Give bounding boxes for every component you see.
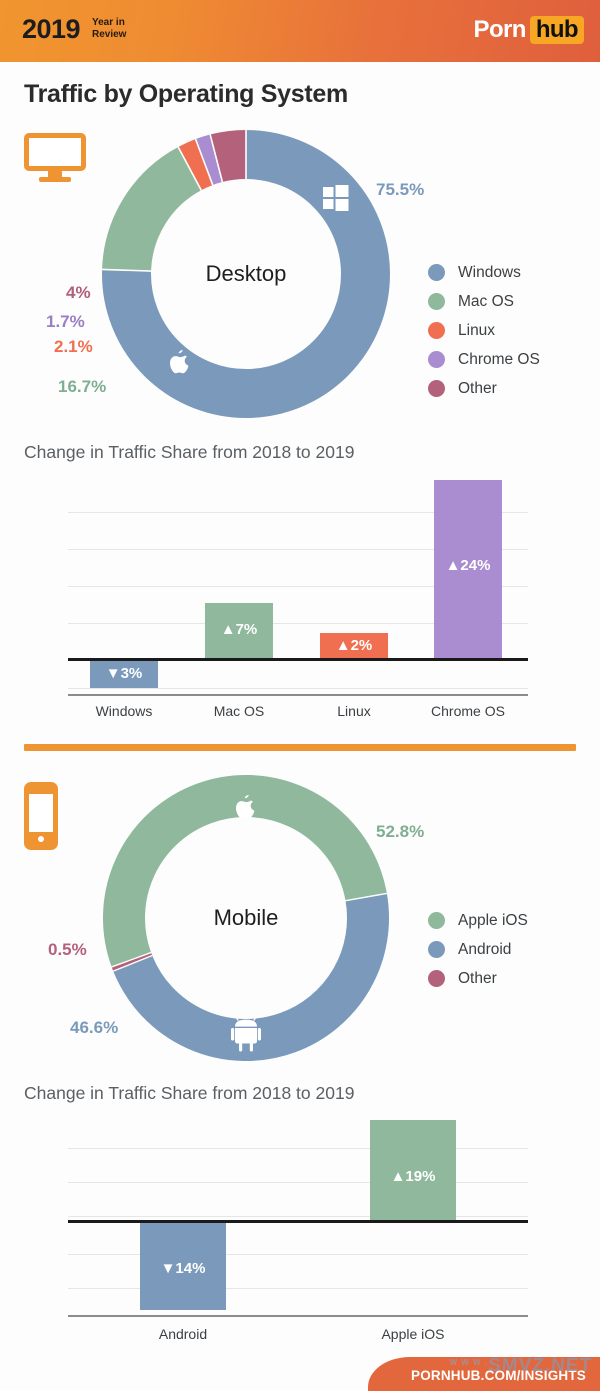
- bar-android: ▼14%: [140, 1222, 226, 1310]
- gridline: [68, 1148, 528, 1149]
- monitor-base: [39, 177, 71, 182]
- x-axis-line: [68, 694, 528, 696]
- gridline: [68, 1254, 528, 1255]
- page-title: Traffic by Operating System: [24, 80, 348, 108]
- infographic-page: 2019 Year in Review Porn hub Traffic by …: [0, 0, 600, 1391]
- cat-label-linux: Linux: [337, 703, 371, 719]
- monitor-screen: [24, 133, 86, 171]
- zero-baseline: [68, 1220, 528, 1223]
- legend-swatch-other: [428, 380, 445, 397]
- donut-label-windows: 75.5%: [376, 180, 425, 199]
- bar-chromeos: ▲24%: [434, 480, 502, 659]
- logo-hub-text: hub: [529, 16, 584, 44]
- bar-value-android: ▼14%: [160, 1260, 206, 1277]
- legend-swatch-android: [428, 941, 445, 958]
- legend-swatch-apple-ios: [428, 912, 445, 929]
- gridline: [68, 1288, 528, 1289]
- watermark-prefix: W W W .: [449, 1358, 488, 1367]
- mobile-change-title: Change in Traffic Share from 2018 to 201…: [24, 1083, 355, 1103]
- legend-label-other-mobile: Other: [458, 969, 497, 987]
- mobile-legend: Apple iOS Android Other: [428, 906, 528, 993]
- gridline: [68, 688, 528, 689]
- bar-value-macos: ▲7%: [220, 621, 258, 638]
- cat-label-apple-ios: Apple iOS: [381, 1326, 445, 1342]
- legend-item-macos: Mac OS: [428, 287, 540, 316]
- bar-apple-ios: ▲19%: [370, 1120, 456, 1221]
- legend-swatch-windows: [428, 264, 445, 281]
- legend-label-android: Android: [458, 940, 512, 958]
- donut-label-apple-ios: 52.8%: [376, 822, 425, 841]
- mobile-phone-icon: [24, 782, 58, 850]
- cat-label-macos: Mac OS: [213, 703, 265, 719]
- mobile-center-label: Mobile: [213, 905, 279, 930]
- legend-label-windows: Windows: [458, 263, 521, 281]
- legend-label-apple-ios: Apple iOS: [458, 911, 528, 929]
- header-subtitle-line2: Review: [92, 28, 127, 40]
- legend-item-apple-ios: Apple iOS: [428, 906, 528, 935]
- header-year: 2019: [22, 14, 81, 44]
- bar-linux: ▲2%: [320, 633, 388, 659]
- desktop-legend: Windows Mac OS Linux Chrome OS Other: [428, 258, 540, 403]
- desktop-change-title: Change in Traffic Share from 2018 to 201…: [24, 442, 355, 462]
- donut-label-macos: 16.7%: [58, 377, 107, 396]
- header-subtitle-line1: Year in: [92, 17, 125, 28]
- legend-swatch-macos: [428, 293, 445, 310]
- desktop-donut-chart: Desktop: [100, 128, 392, 425]
- pornhub-logo: Porn hub: [474, 16, 584, 44]
- donut-label-other: 4%: [66, 283, 91, 302]
- desktop-monitor-icon: [24, 133, 86, 183]
- bar-macos: ▲7%: [205, 603, 273, 659]
- gridline: [68, 1216, 528, 1217]
- header-subtitle: Year in Review: [92, 17, 126, 40]
- section-divider: [24, 744, 576, 751]
- desktop-center-label: Desktop: [205, 261, 287, 286]
- legend-label-chromeos: Chrome OS: [458, 350, 540, 368]
- gridline: [68, 1182, 528, 1183]
- donut-label-linux: 2.1%: [54, 337, 93, 356]
- phone-home-area: [29, 832, 53, 845]
- page-header: 2019 Year in Review Porn hub: [0, 0, 600, 62]
- legend-item-other-mobile: Other: [428, 964, 528, 993]
- phone-earpiece: [29, 787, 53, 794]
- bar-value-apple-ios: ▲19%: [390, 1168, 436, 1185]
- cat-label-android: Android: [158, 1326, 208, 1342]
- legend-swatch-chromeos: [428, 351, 445, 368]
- donut-label-other-mobile: 0.5%: [48, 940, 87, 959]
- logo-porn-text: Porn: [473, 16, 527, 43]
- legend-item-other: Other: [428, 374, 540, 403]
- donut-label-chromeos: 1.7%: [46, 312, 85, 331]
- legend-item-linux: Linux: [428, 316, 540, 345]
- legend-item-windows: Windows: [428, 258, 540, 287]
- bar-value-chromeos: ▲24%: [445, 557, 491, 574]
- bar-windows: ▼3%: [90, 660, 158, 688]
- legend-label-other: Other: [458, 379, 497, 397]
- legend-item-chromeos: Chrome OS: [428, 345, 540, 374]
- bar-value-windows: ▼3%: [105, 665, 143, 682]
- mobile-donut-chart: Mobile: [100, 772, 392, 1069]
- phone-home-button: [38, 836, 44, 842]
- cat-label-windows: Windows: [95, 703, 153, 719]
- legend-label-linux: Linux: [458, 321, 496, 339]
- bar-value-linux: ▲2%: [335, 637, 373, 654]
- legend-item-android: Android: [428, 935, 528, 964]
- legend-swatch-other-mobile: [428, 970, 445, 987]
- cat-label-chromeos: Chrome OS: [431, 703, 505, 719]
- legend-label-macos: Mac OS: [458, 292, 514, 310]
- zero-baseline: [68, 658, 528, 661]
- x-axis-line: [68, 1315, 528, 1317]
- watermark-text: SMVZ.NET: [487, 1355, 593, 1376]
- legend-swatch-linux: [428, 322, 445, 339]
- donut-label-android: 46.6%: [70, 1018, 119, 1037]
